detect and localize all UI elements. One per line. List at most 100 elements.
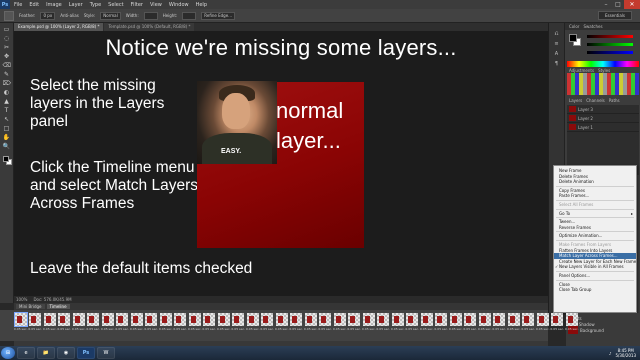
timeline-frame[interactable]: 0.05 sec. [333, 313, 347, 335]
timeline-frame[interactable]: 0.05 sec. [57, 313, 71, 335]
foreground-color-swatch[interactable] [2, 156, 9, 162]
timeline-frame[interactable]: 0.05 sec. [347, 313, 361, 335]
frame-duration[interactable]: 0.05 sec. [43, 327, 57, 331]
timeline-frame[interactable]: 0.05 sec. [376, 313, 390, 335]
timeline-frame[interactable]: 0.05 sec. [202, 313, 216, 335]
frame-duration[interactable]: 0.05 sec. [318, 327, 332, 331]
frame-duration[interactable]: 0.05 sec. [289, 327, 303, 331]
timeline-frame[interactable]: 0.05 sec. [521, 313, 535, 335]
layer-row[interactable]: Layer 3 [567, 105, 639, 114]
timeline-frame[interactable]: 0.05 sec. [507, 313, 521, 335]
doc-tab-template[interactable]: Template.psd @ 100% (Default, RGB/8) * [104, 23, 195, 31]
timeline-frame[interactable]: 0.05 sec. [173, 313, 187, 335]
menu-file[interactable]: File [14, 2, 22, 8]
history-panel-icon[interactable]: ⎌ [553, 31, 561, 38]
frame-duration[interactable]: 0.05 sec. [304, 327, 318, 331]
frame-duration[interactable]: 0.05 sec. [333, 327, 347, 331]
timeline-frame[interactable]: 0.05 sec. [289, 313, 303, 335]
frame-duration[interactable]: 0.05 sec. [101, 327, 115, 331]
menu-filter[interactable]: Filter [131, 2, 143, 8]
frame-duration[interactable]: 0.05 sec. [72, 327, 86, 331]
brush-tool-icon[interactable]: ✎ [3, 71, 11, 79]
frame-duration[interactable]: 0.05 sec. [507, 327, 521, 331]
timeline-frame[interactable]: 0.05 sec. [86, 313, 100, 335]
frame-duration[interactable]: 0.05 sec. [260, 327, 274, 331]
crop-tool-icon[interactable]: ✂ [3, 44, 11, 52]
frame-duration[interactable]: 0.05 sec. [246, 327, 260, 331]
timeline-frame[interactable]: 0.05 sec. [28, 313, 42, 335]
frame-duration[interactable]: 0.05 sec. [478, 327, 492, 331]
frame-duration[interactable]: 0.05 sec. [391, 327, 405, 331]
timeline-frame[interactable]: 0.05 sec. [478, 313, 492, 335]
timeline-frame[interactable]: 0.05 sec. [463, 313, 477, 335]
timeline-frame[interactable]: 0.05 sec. [217, 313, 231, 335]
word-icon[interactable]: W [97, 347, 115, 359]
menu-help[interactable]: Help [196, 2, 207, 8]
menu-item[interactable]: Go To ▸ [554, 211, 636, 217]
frame-duration[interactable]: 0.05 sec. [275, 327, 289, 331]
timeline-frame[interactable]: 0.05 sec. [565, 313, 579, 335]
close-window-button[interactable]: ✕ [624, 0, 640, 9]
timeline-frame[interactable]: 0.05 sec. [536, 313, 550, 335]
frame-duration[interactable]: 0.05 sec. [376, 327, 390, 331]
frame-duration[interactable]: 0.05 sec. [130, 327, 144, 331]
character-panel-icon[interactable]: A [553, 51, 561, 58]
timeline-frame[interactable]: 0.05 sec. [13, 312, 28, 335]
frame-duration[interactable]: 0.05 sec. [405, 327, 419, 331]
timeline-frame[interactable]: 0.05 sec. [420, 313, 434, 335]
photoshop-taskbar-icon[interactable]: Ps [77, 347, 95, 359]
zoom-tool-icon[interactable]: 🔍 [3, 143, 11, 151]
refine-edge-button[interactable]: Refine Edge... [201, 11, 235, 20]
timeline-frame[interactable]: 0.05 sec. [72, 313, 86, 335]
pen-tool-icon[interactable]: ▲ [3, 98, 11, 106]
properties-panel-icon[interactable]: ≡ [553, 41, 561, 48]
frame-duration[interactable]: 0.05 sec. [565, 327, 579, 331]
ie-icon[interactable]: e [17, 347, 35, 359]
healing-tool-icon[interactable]: ⌫ [3, 62, 11, 70]
menu-item[interactable]: Delete Animation [554, 179, 636, 185]
menu-type[interactable]: Type [90, 2, 101, 8]
lasso-tool-icon[interactable]: ◌ [3, 35, 11, 43]
frame-duration[interactable]: 0.05 sec. [28, 327, 42, 331]
frame-duration[interactable]: 0.05 sec. [14, 327, 28, 331]
frame-duration[interactable]: 0.05 sec. [434, 327, 448, 331]
frame-duration[interactable]: 0.05 sec. [492, 327, 506, 331]
frame-duration[interactable]: 0.05 sec. [362, 327, 376, 331]
menu-item[interactable]: Reverse Frames [554, 225, 636, 231]
timeline-frame[interactable]: 0.05 sec. [434, 313, 448, 335]
timeline-frame[interactable]: 0.05 sec. [188, 313, 202, 335]
tab-color[interactable]: Color [569, 24, 579, 29]
timeline-frame[interactable]: 0.05 sec. [43, 313, 57, 335]
menu-image[interactable]: Image [46, 2, 62, 8]
type-tool-icon[interactable]: T [3, 107, 11, 115]
eraser-tool-icon[interactable]: ⌦ [3, 80, 11, 88]
width-input[interactable] [143, 11, 158, 20]
frame-duration[interactable]: 0.05 sec. [159, 327, 173, 331]
frame-duration[interactable]: 0.05 sec. [173, 327, 187, 331]
frame-duration[interactable]: 0.05 sec. [144, 327, 158, 331]
frame-duration[interactable]: 0.05 sec. [115, 327, 129, 331]
menu-item[interactable]: Paste Frames... [554, 193, 636, 199]
menu-view[interactable]: View [150, 2, 162, 8]
tab-swatches[interactable]: Swatches [583, 24, 602, 29]
adjustments-icons[interactable] [567, 73, 639, 95]
timeline-frame[interactable]: 0.05 sec. [101, 313, 115, 335]
tab-channels[interactable]: Channels [586, 98, 605, 103]
height-input[interactable] [182, 11, 197, 20]
frame-duration[interactable]: 0.05 sec. [231, 327, 245, 331]
timeline-frame[interactable]: 0.05 sec. [115, 313, 129, 335]
tab-layers[interactable]: Layers [569, 98, 582, 103]
doc-tab-example[interactable]: Example.psd @ 100% (Layer 2, RGB/8) * [14, 23, 104, 31]
frame-duration[interactable]: 0.05 sec. [420, 327, 434, 331]
menu-item[interactable]: Panel Options... [554, 273, 636, 279]
tab-paths[interactable]: Paths [609, 98, 620, 103]
frame-duration[interactable]: 0.05 sec. [188, 327, 202, 331]
frame-duration[interactable]: 0.05 sec. [536, 327, 550, 331]
timeline-frame[interactable]: 0.05 sec. [159, 313, 173, 335]
menu-select[interactable]: Select [108, 2, 123, 8]
frame-duration[interactable]: 0.05 sec. [202, 327, 216, 331]
timeline-frame[interactable]: 0.05 sec. [246, 313, 260, 335]
antialias-checkbox[interactable]: Anti-alias [60, 13, 79, 18]
timeline-frame[interactable]: 0.05 sec. [391, 313, 405, 335]
frame-duration[interactable]: 0.05 sec. [521, 327, 535, 331]
